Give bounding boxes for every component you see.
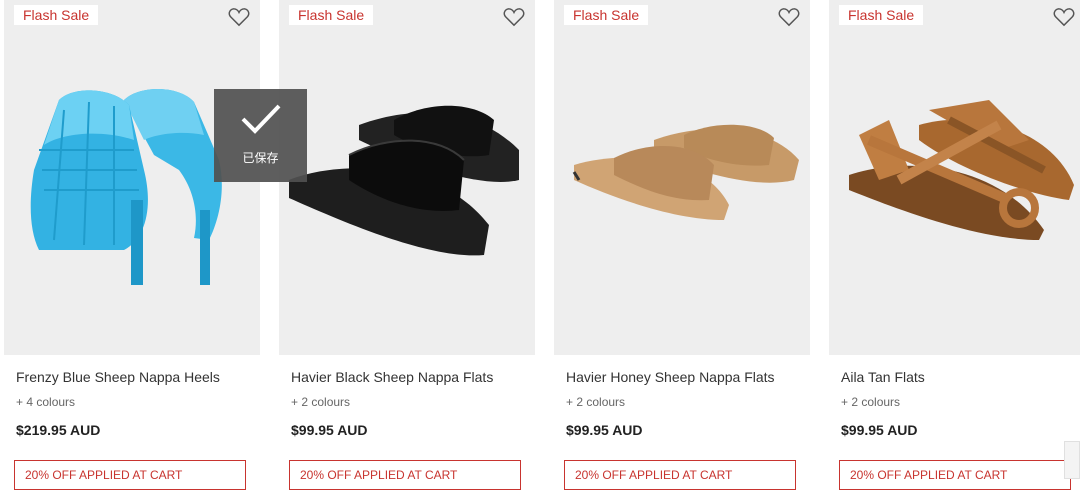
product-colours[interactable]: + 2 colours (841, 395, 900, 409)
product-colours[interactable]: + 2 colours (291, 395, 350, 409)
product-price: $219.95 AUD (16, 422, 101, 438)
product-image[interactable]: Flash Sale (554, 0, 810, 355)
product-photo-black-flats (289, 105, 519, 256)
promo-banner[interactable]: 20% OFF APPLIED AT CART (839, 460, 1071, 490)
promo-banner[interactable]: 20% OFF APPLIED AT CART (289, 460, 521, 490)
wishlist-heart-icon[interactable] (778, 7, 800, 27)
flash-sale-badge: Flash Sale (14, 5, 99, 25)
wishlist-heart-icon[interactable] (1053, 7, 1075, 27)
scroll-to-top-handle[interactable] (1064, 441, 1080, 479)
product-price: $99.95 AUD (291, 422, 368, 438)
product-card[interactable]: Flash Sale Havier Black Sheep Nappa Flat… (279, 0, 535, 499)
product-grid: Flash Sale Frenzy Blue Sheep Nappa Heels… (0, 0, 1080, 499)
wishlist-heart-icon[interactable] (228, 7, 250, 27)
product-name[interactable]: Frenzy Blue Sheep Nappa Heels (16, 369, 220, 385)
product-colours[interactable]: + 2 colours (566, 395, 625, 409)
promo-banner[interactable]: 20% OFF APPLIED AT CART (564, 460, 796, 490)
flash-sale-badge: Flash Sale (839, 5, 924, 25)
product-card[interactable]: Flash Sale Aila Tan Flats + 2 colours $9… (829, 0, 1080, 499)
product-image[interactable]: Flash Sale (829, 0, 1080, 355)
flash-sale-badge: Flash Sale (289, 5, 374, 25)
flash-sale-badge: Flash Sale (564, 5, 649, 25)
product-name[interactable]: Aila Tan Flats (841, 369, 925, 385)
product-name[interactable]: Havier Honey Sheep Nappa Flats (566, 369, 775, 385)
product-price: $99.95 AUD (566, 422, 643, 438)
product-card[interactable]: Flash Sale Havier Honey Sheep Nappa Flat… (554, 0, 810, 499)
product-colours[interactable]: + 4 colours (16, 395, 75, 409)
product-price: $99.95 AUD (841, 422, 918, 438)
product-image[interactable]: Flash Sale (279, 0, 535, 355)
saved-toast: 已保存 (214, 89, 307, 182)
promo-banner[interactable]: 20% OFF APPLIED AT CART (14, 460, 246, 490)
saved-toast-label: 已保存 (242, 151, 279, 165)
product-photo-honey-flats (572, 124, 799, 220)
product-card[interactable]: Flash Sale Frenzy Blue Sheep Nappa Heels… (4, 0, 260, 499)
wishlist-heart-icon[interactable] (503, 7, 525, 27)
product-photo-tan-sandals (849, 100, 1074, 240)
checkmark-icon (241, 104, 281, 134)
product-name[interactable]: Havier Black Sheep Nappa Flats (291, 369, 493, 385)
